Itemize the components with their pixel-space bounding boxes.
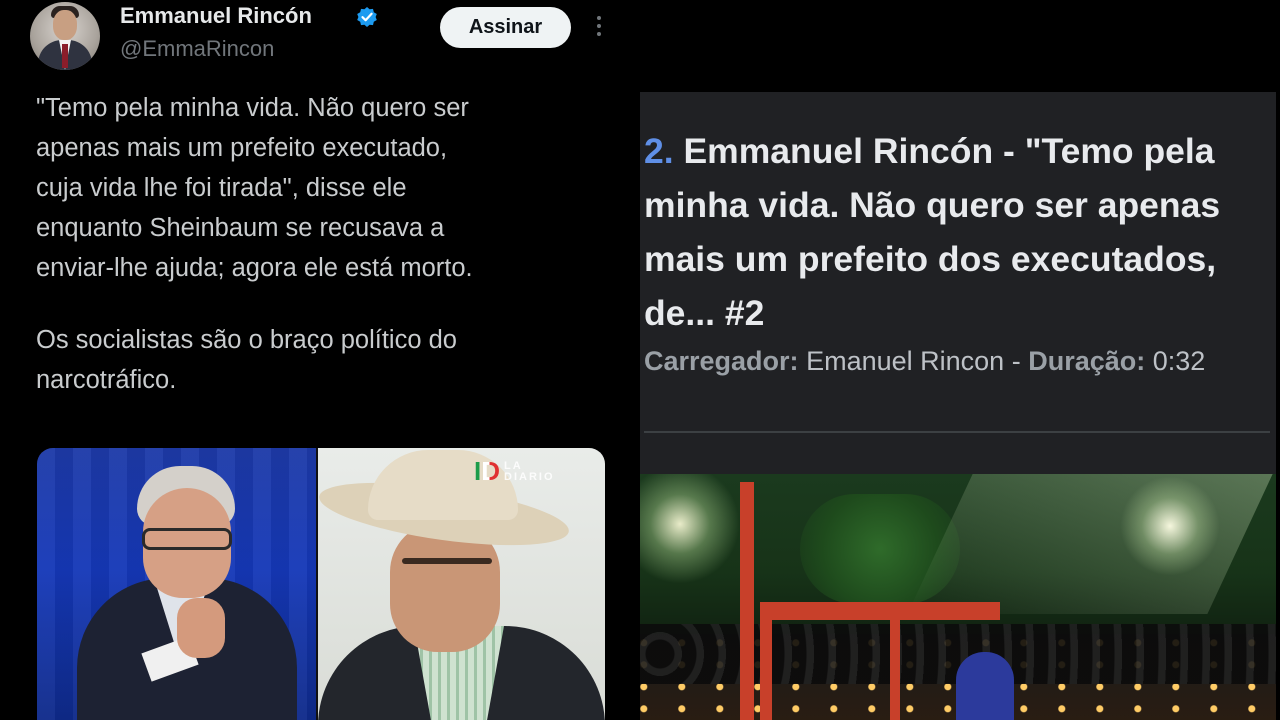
right-top-bar [636, 0, 1280, 92]
tweet-media[interactable]: ID LA DIARIO [37, 448, 605, 720]
uploader-name: Emanuel Rincon [806, 346, 1005, 376]
channel-logo-text-bottom: DIARIO [504, 470, 555, 483]
channel-logo: ID LA DIARIO [474, 456, 555, 487]
result-title-link[interactable]: 2. Emmanuel Rincón - "Temo pela minha vi… [644, 124, 1274, 340]
result-meta: Carregador: Emanuel Rincon - Duração: 0:… [644, 346, 1205, 377]
subscribe-button[interactable]: Assinar [440, 7, 571, 48]
avatar[interactable] [30, 2, 100, 70]
tweet-paragraph: "Temo pela minha vida. Não quero ser ape… [36, 94, 473, 282]
verified-badge-icon [357, 7, 377, 27]
duration-label: Duração: [1028, 346, 1146, 376]
tweet-text: "Temo pela minha vida. Não quero ser ape… [36, 88, 596, 432]
result-title-text: Emmanuel Rincón - "Temo pela minha vida.… [644, 131, 1221, 333]
avatar-face [53, 10, 77, 40]
duration-value: 0:32 [1152, 346, 1206, 376]
channel-logo-text: LA DIARIO [504, 460, 555, 483]
avatar-tie [62, 44, 68, 68]
result-number: 2. [644, 131, 674, 171]
video-thumbnail[interactable] [640, 474, 1276, 720]
author-handle[interactable]: @EmmaRincon [120, 36, 274, 62]
tweet-paragraph: Os socialistas são o braço político do n… [36, 326, 457, 394]
news-anchor-image [37, 448, 316, 720]
search-result: 2. Emmanuel Rincón - "Temo pela minha vi… [640, 92, 1276, 720]
channel-logo-mark: ID [474, 456, 500, 486]
interviewee-image: ID LA DIARIO [318, 448, 605, 720]
result-divider [644, 431, 1270, 433]
more-options-icon[interactable] [592, 16, 606, 42]
meta-separator: - [1011, 346, 1021, 376]
uploader-label: Carregador: [644, 346, 799, 376]
author-name[interactable]: Emmanuel Rincón [120, 3, 312, 29]
tweet-panel: Emmanuel Rincón @EmmaRincon Assinar "Tem… [0, 0, 636, 720]
